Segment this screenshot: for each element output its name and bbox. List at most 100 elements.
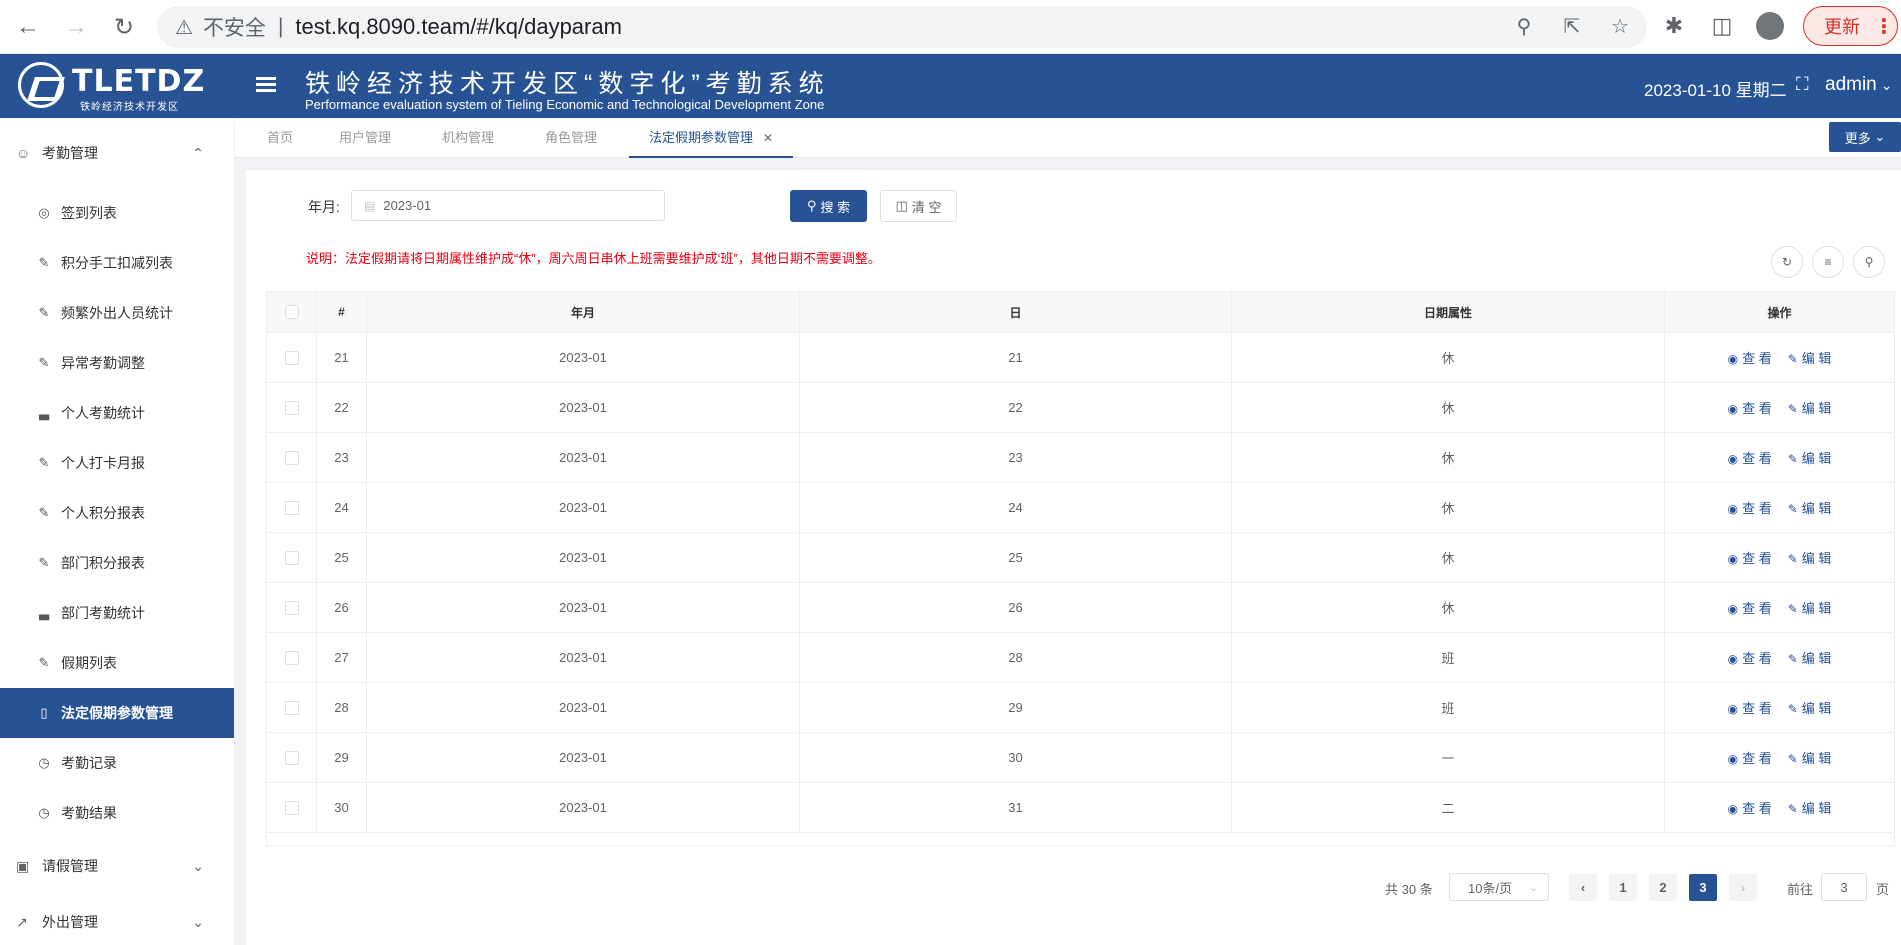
search-toggle-icon[interactable]: ⚲ <box>1853 246 1885 278</box>
sidebar-item[interactable]: ▯ 法定假期参数管理 <box>0 688 234 738</box>
update-button[interactable]: 更新 ⋮ <box>1803 6 1898 46</box>
forward-icon[interactable]: → <box>58 9 94 45</box>
edit-link[interactable]: ✎ 编 辑 <box>1788 548 1832 567</box>
edit-link[interactable]: ✎ 编 辑 <box>1788 498 1832 517</box>
extensions-icon[interactable]: ✱ <box>1660 12 1688 40</box>
fullscreen-icon[interactable]: ⛶ <box>1796 74 1809 95</box>
more-button[interactable]: 更多 ⌄ <box>1829 122 1901 152</box>
view-link[interactable]: ◉ 查 看 <box>1728 498 1772 517</box>
edit-icon: ✎ <box>38 655 50 670</box>
refresh-icon[interactable]: ↻ <box>1771 246 1803 278</box>
row-checkbox[interactable] <box>284 400 299 415</box>
clear-button[interactable]: ◫ 清 空 <box>880 190 957 222</box>
edit-link[interactable]: ✎ 编 辑 <box>1788 598 1832 617</box>
menu-toggle-icon[interactable] <box>256 74 282 96</box>
row-checkbox[interactable] <box>284 600 299 615</box>
star-icon[interactable]: ☆ <box>1607 14 1633 39</box>
edit-link[interactable]: ✎ 编 辑 <box>1788 748 1832 767</box>
row-checkbox[interactable] <box>284 750 299 765</box>
edit-link[interactable]: ✎ 编 辑 <box>1788 448 1832 467</box>
eye-icon: ◉ <box>1727 652 1739 666</box>
cell-year-month: 2023-01 <box>367 733 800 782</box>
row-select-cell <box>267 583 317 632</box>
reload-icon[interactable]: ↻ <box>106 9 142 45</box>
edit-link[interactable]: ✎ 编 辑 <box>1788 798 1832 817</box>
url-text[interactable]: test.kq.8090.team/#/kq/dayparam <box>295 14 622 40</box>
row-checkbox[interactable] <box>284 450 299 465</box>
view-link[interactable]: ◉ 查 看 <box>1728 548 1772 567</box>
profile-icon[interactable] <box>1756 12 1784 40</box>
view-link[interactable]: ◉ 查 看 <box>1728 748 1772 767</box>
chevron-up-icon: ⌃ <box>192 144 204 161</box>
menu-dots-icon[interactable]: ⋮ <box>1874 14 1894 39</box>
edit-label: 编 辑 <box>1801 551 1832 566</box>
sidebar-item[interactable]: ✎ 个人积分报表 <box>0 488 234 538</box>
col-date-attr: 日期属性 <box>1232 292 1665 332</box>
sidebar-item-label: 法定假期参数管理 <box>61 705 173 721</box>
page-2-button[interactable]: 2 <box>1649 874 1677 901</box>
sidebar-item[interactable]: ◷ 考勤记录 <box>0 738 234 788</box>
view-link[interactable]: ◉ 查 看 <box>1728 648 1772 667</box>
sidebar-item[interactable]: ✎ 假期列表 <box>0 638 234 688</box>
row-checkbox[interactable] <box>284 650 299 665</box>
zoom-icon[interactable]: ⚲ <box>1511 14 1537 39</box>
view-link[interactable]: ◉ 查 看 <box>1728 348 1772 367</box>
tab-roles[interactable]: 角色管理 <box>545 118 597 158</box>
sidebar-item[interactable]: ✎ 频繁外出人员统计 <box>0 288 234 338</box>
tab-users[interactable]: 用户管理 <box>339 118 391 158</box>
row-checkbox[interactable] <box>284 700 299 715</box>
sidebar-group-outing[interactable]: ↗ 外出管理 ⌄ <box>0 894 234 945</box>
sidebar-group-leave[interactable]: ▣ 请假管理 ⌄ <box>0 838 234 894</box>
sidebar-item[interactable]: ◷ 考勤结果 <box>0 788 234 838</box>
search-button[interactable]: ⚲ 搜 索 <box>790 190 867 222</box>
page-3-button[interactable]: 3 <box>1689 874 1717 901</box>
row-checkbox[interactable] <box>284 500 299 515</box>
cell-actions: ◉ 查 看 ✎ 编 辑 <box>1665 733 1894 782</box>
tab-holiday-params[interactable]: 法定假期参数管理 ✕ <box>629 118 794 158</box>
edit-icon: ✎ <box>1787 552 1798 566</box>
view-link[interactable]: ◉ 查 看 <box>1728 398 1772 417</box>
view-label: 查 看 <box>1742 801 1772 816</box>
row-checkbox[interactable] <box>284 800 299 815</box>
sidebar-item[interactable]: ✎ 异常考勤调整 <box>0 338 234 388</box>
view-link[interactable]: ◉ 查 看 <box>1728 798 1772 817</box>
goto-page-input[interactable]: 3 <box>1821 873 1867 901</box>
prev-page-button[interactable]: ‹ <box>1569 874 1597 901</box>
edit-link[interactable]: ✎ 编 辑 <box>1788 698 1832 717</box>
sidebar-item[interactable]: ✎ 积分手工扣减列表 <box>0 238 234 288</box>
next-page-button[interactable]: › <box>1729 874 1757 901</box>
page-1-button[interactable]: 1 <box>1609 874 1637 901</box>
eye-icon: ◉ <box>1727 602 1739 616</box>
table-row: 29 2023-01 30 一 ◉ 查 看 ✎ 编 辑 <box>267 733 1894 783</box>
sidebar-item[interactable]: ◎ 签到列表 <box>0 188 234 238</box>
sidebar-item[interactable]: ✎ 个人打卡月报 <box>0 438 234 488</box>
view-link[interactable]: ◉ 查 看 <box>1728 698 1772 717</box>
cell-date-attr: 休 <box>1232 483 1665 532</box>
tab-home[interactable]: 首页 <box>267 118 293 158</box>
table-row: 26 2023-01 26 休 ◉ 查 看 ✎ 编 辑 <box>267 583 1894 633</box>
address-bar[interactable]: ⚠ 不安全 | test.kq.8090.team/#/kq/dayparam … <box>157 6 1647 48</box>
edit-link[interactable]: ✎ 编 辑 <box>1788 648 1832 667</box>
select-all-checkbox[interactable] <box>284 305 299 319</box>
sidebar-item[interactable]: ✎ 部门积分报表 <box>0 538 234 588</box>
tab-org[interactable]: 机构管理 <box>442 118 494 158</box>
edit-link[interactable]: ✎ 编 辑 <box>1788 348 1832 367</box>
page-size-select[interactable]: 10条/页 ⌄ <box>1449 873 1549 901</box>
edit-link[interactable]: ✎ 编 辑 <box>1788 398 1832 417</box>
share-icon[interactable]: ⇱ <box>1559 14 1585 39</box>
sidebar-item[interactable]: ▃ 部门考勤统计 <box>0 588 234 638</box>
row-checkbox[interactable] <box>284 550 299 565</box>
sidepanel-icon[interactable]: ◫ <box>1708 12 1736 40</box>
filter-icon[interactable]: ≡ <box>1812 246 1844 278</box>
sidebar-item[interactable]: ▃ 个人考勤统计 <box>0 388 234 438</box>
row-checkbox[interactable] <box>284 350 299 365</box>
view-link[interactable]: ◉ 查 看 <box>1728 598 1772 617</box>
holiday-table: # 年月 日 日期属性 操作 21 2023-01 21 休 ◉ 查 看 ✎ 编 辑 22 202… <box>266 291 1895 846</box>
sidebar-group-attendance[interactable]: ☺ 考勤管理 ⌃ <box>0 118 234 188</box>
close-icon[interactable]: ✕ <box>763 131 773 145</box>
edit-icon: ✎ <box>38 355 50 370</box>
view-link[interactable]: ◉ 查 看 <box>1728 448 1772 467</box>
year-month-input[interactable]: ▤ 2023-01 <box>351 190 665 221</box>
user-menu[interactable]: admin ⌄ <box>1825 74 1892 96</box>
back-icon[interactable]: ← <box>10 9 46 45</box>
